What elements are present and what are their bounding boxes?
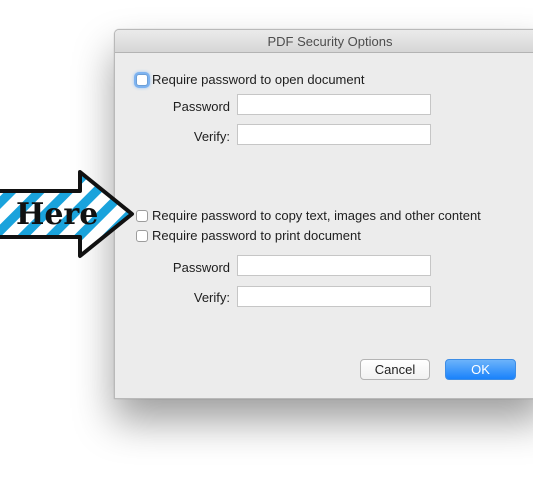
permissions-password-label: Password <box>172 260 230 275</box>
pdf-security-options-dialog: PDF Security Options Require password to… <box>114 29 533 399</box>
open-password-label: Password <box>172 99 230 114</box>
require-print-password-option[interactable]: Require password to print document <box>136 228 361 243</box>
require-copy-password-label: Require password to copy text, images an… <box>152 208 481 223</box>
require-open-password-label: Require password to open document <box>152 72 365 87</box>
permissions-verify-label: Verify: <box>193 290 230 305</box>
cancel-button[interactable]: Cancel <box>360 359 430 380</box>
open-verify-label: Verify: <box>193 129 230 144</box>
dialog-title: PDF Security Options <box>267 33 393 49</box>
require-copy-password-option[interactable]: Require password to copy text, images an… <box>136 208 481 223</box>
dialog-titlebar: PDF Security Options <box>115 30 533 53</box>
here-arrow-annotation: Here <box>0 168 140 260</box>
permissions-password-input[interactable] <box>237 255 431 276</box>
require-open-password-checkbox[interactable] <box>136 73 148 86</box>
ok-button[interactable]: OK <box>445 359 516 380</box>
arrow-label: Here <box>16 197 98 232</box>
screen: PDF Security Options Require password to… <box>0 0 533 481</box>
open-password-input[interactable] <box>237 94 431 115</box>
permissions-verify-input[interactable] <box>237 286 431 307</box>
striped-arrow-icon: Here <box>0 170 134 258</box>
require-print-password-label: Require password to print document <box>152 228 361 243</box>
require-open-password-option[interactable]: Require password to open document <box>136 72 364 87</box>
open-verify-input[interactable] <box>237 124 431 145</box>
